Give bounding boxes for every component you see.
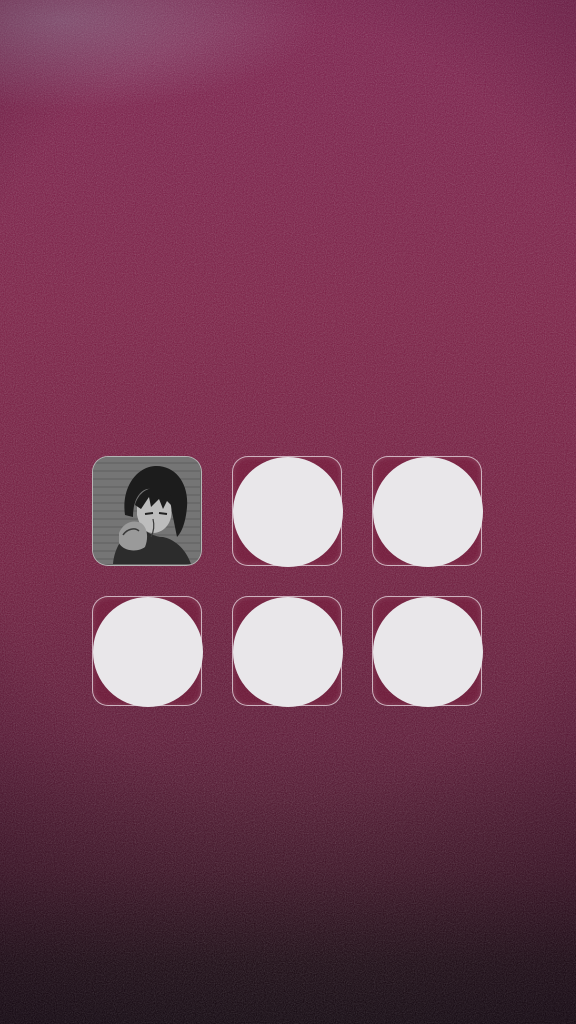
blank-widget-3[interactable] (372, 456, 483, 567)
blank-widget-6[interactable] (372, 596, 483, 707)
photo-widget[interactable] (92, 456, 202, 566)
blank-circle (93, 597, 203, 707)
blank-widget-5[interactable] (232, 596, 343, 707)
widget-grid (92, 456, 484, 708)
blank-widget-2[interactable] (232, 456, 343, 567)
blank-circle (373, 597, 483, 707)
home-screen (0, 0, 576, 1024)
anime-girl-photo (93, 457, 200, 564)
blank-circle (233, 457, 343, 567)
blank-circle (373, 457, 483, 567)
blank-widget-4[interactable] (92, 596, 203, 707)
blank-circle (233, 597, 343, 707)
